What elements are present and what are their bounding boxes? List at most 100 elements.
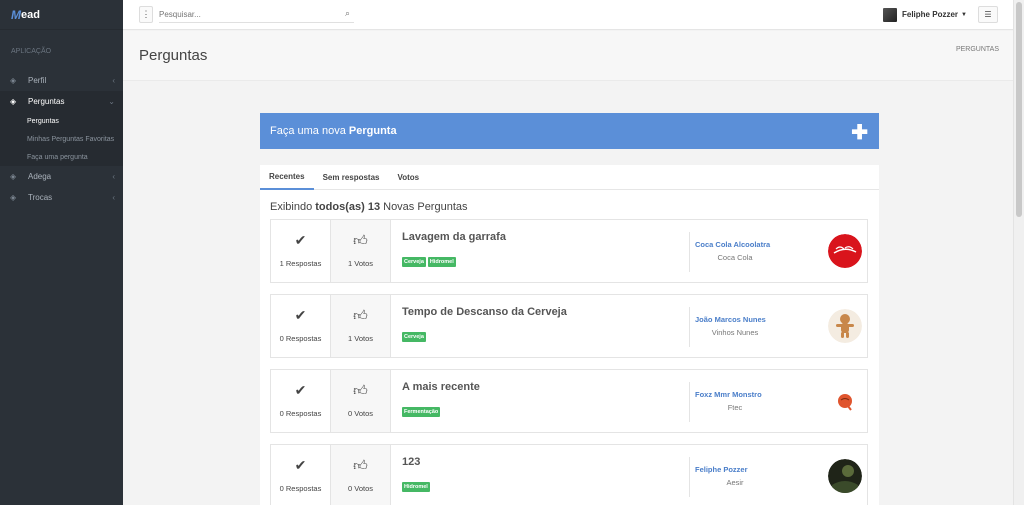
thumbs-up-icon[interactable]: 👍︎ (331, 457, 390, 474)
answers-count: 1 Respostas (279, 259, 322, 268)
author-name[interactable]: Foxz Mmr Monstro (695, 390, 762, 399)
question-card: ✔ 1 Respostas 👍︎ 1 Votos Lavagem da garr… (270, 219, 868, 283)
divider (689, 382, 690, 422)
search-icon[interactable]: ⌕ (345, 8, 350, 19)
sidebar-item-label: Perfil (28, 76, 47, 85)
answers-count: 0 Respostas (279, 334, 322, 343)
layers-icon: ◈ (10, 76, 17, 85)
breadcrumb[interactable]: PERGUNTAS (956, 46, 999, 53)
banner-strong: Pergunta (348, 125, 397, 137)
question-card: ✔ 0 Respostas 👍︎ 0 Votos 123 Hidromel Fe… (270, 444, 868, 505)
plus-icon[interactable]: ✚ (851, 120, 868, 145)
answers-cell: ✔ 0 Respostas (271, 295, 331, 357)
check-icon: ✔ (294, 457, 307, 473)
logo-text: ead (21, 8, 40, 21)
showing-text: Exibindo (270, 201, 316, 213)
right-panel-toggle-button[interactable]: ☰ (978, 6, 998, 23)
tab-votos[interactable]: Votos (389, 165, 429, 190)
sidebar-item-label: Adega (28, 172, 52, 181)
votes-cell[interactable]: 👍︎ 1 Votos (331, 295, 391, 357)
logo-letter: M (11, 7, 21, 22)
showing-count-strong: todos(as) 13 (315, 201, 381, 213)
banner-prefix: Faça uma nova (270, 125, 346, 137)
author-avatar[interactable] (828, 384, 862, 418)
layers-icon: ◈ (10, 172, 17, 181)
list-icon: ☰ (984, 10, 992, 19)
user-name: Feliphe Pozzer (902, 10, 959, 19)
caret-down-icon: ▼ (961, 11, 967, 18)
answers-count: 0 Respostas (279, 484, 322, 493)
app-logo[interactable]: Mead (0, 0, 123, 30)
sidebar-item-perguntas[interactable]: ◈ Perguntas ⌄ (0, 91, 123, 112)
chevron-left-icon: ‹ (112, 193, 115, 202)
thumbs-up-icon[interactable]: 👍︎ (331, 307, 390, 324)
tag[interactable]: Hidromel (402, 482, 430, 492)
author-name[interactable]: João Marcos Nunes (695, 315, 766, 324)
page-title: Perguntas (139, 47, 208, 64)
author-avatar[interactable] (828, 309, 862, 343)
votes-cell[interactable]: 👍︎ 0 Votos (331, 445, 391, 505)
author-subtitle: Coca Cola (717, 253, 753, 262)
showing-count: Exibindo todos(as) 13 Novas Perguntas (270, 201, 468, 213)
submenu-item-faca-pergunta[interactable]: Faça uma pergunta (0, 148, 123, 166)
check-icon: ✔ (294, 307, 307, 323)
chevron-down-icon: ⌄ (108, 97, 115, 106)
thumbs-up-icon[interactable]: 👍︎ (331, 382, 390, 399)
answers-count: 0 Respostas (279, 409, 322, 418)
new-question-banner[interactable]: Faça uma nova Pergunta ✚ (260, 113, 879, 149)
question-title[interactable]: A mais recente (402, 381, 480, 393)
sidebar-item-adega[interactable]: ◈ Adega ‹ (0, 166, 123, 187)
check-icon: ✔ (294, 382, 307, 398)
user-avatar (883, 7, 897, 22)
author-subtitle: Aesir (726, 478, 744, 487)
tab-recentes[interactable]: Recentes (260, 165, 314, 190)
options-menu-button[interactable]: ⋮ (139, 6, 153, 23)
author-avatar[interactable] (828, 234, 862, 268)
tab-sem-respostas[interactable]: Sem respostas (314, 165, 389, 190)
answers-cell: ✔ 1 Respostas (271, 220, 331, 282)
tag[interactable]: Fermentação (402, 407, 441, 417)
sidebar-item-label: Perguntas (28, 97, 65, 106)
page-header: Perguntas PERGUNTAS (123, 31, 1013, 81)
sidebar-item-trocas[interactable]: ◈ Trocas ‹ (0, 187, 123, 208)
question-card: ✔ 0 Respostas 👍︎ 0 Votos A mais recente … (270, 369, 868, 433)
user-menu[interactable]: Feliphe Pozzer ▼ (883, 6, 967, 23)
sidebar-item-perfil[interactable]: ◈ Perfil ‹ (0, 70, 123, 91)
topbar: ⋮ ⌕ Feliphe Pozzer ▼ ☰ (123, 0, 1013, 30)
page-scrollbar[interactable] (1013, 0, 1024, 505)
scrollbar-thumb[interactable] (1016, 2, 1022, 217)
author-avatar[interactable] (828, 459, 862, 493)
votes-count: 1 Votos (347, 334, 374, 343)
votes-cell[interactable]: 👍︎ 0 Votos (331, 370, 391, 432)
author-subtitle: Ftec (727, 403, 743, 412)
votes-count: 0 Votos (347, 484, 374, 493)
votes-count: 1 Votos (347, 259, 374, 268)
author-subtitle: Vinhos Nunes (711, 328, 759, 337)
divider (689, 457, 690, 497)
question-title[interactable]: 123 (402, 456, 420, 468)
author-name[interactable]: Feliphe Pozzer (695, 465, 748, 474)
tab-bar: Recentes Sem respostas Votos (260, 165, 879, 190)
layers-icon: ◈ (10, 193, 17, 202)
tag[interactable]: Cerveja (402, 332, 426, 342)
submenu-item-favoritas[interactable]: Minhas Perguntas Favoritas (0, 130, 123, 148)
question-title[interactable]: Tempo de Descanso da Cerveja (402, 306, 567, 318)
thumbs-up-icon[interactable]: 👍︎ (331, 232, 390, 249)
tag-list: Cerveja (402, 332, 426, 342)
answers-cell: ✔ 0 Respostas (271, 445, 331, 505)
tag[interactable]: Cerveja (402, 257, 426, 267)
question-card: ✔ 0 Respostas 👍︎ 1 Votos Tempo de Descan… (270, 294, 868, 358)
tag-list: Cerveja Hidromel (402, 257, 456, 267)
author-name[interactable]: Coca Cola Alcoolatra (695, 240, 770, 249)
tag[interactable]: Hidromel (427, 257, 456, 267)
submenu-item-perguntas[interactable]: Perguntas (0, 112, 123, 130)
search-input[interactable] (159, 6, 329, 23)
question-title[interactable]: Lavagem da garrafa (402, 231, 506, 243)
showing-text-suffix: Novas Perguntas (380, 201, 468, 213)
chevron-left-icon: ‹ (112, 172, 115, 181)
search-box: ⌕ (159, 6, 354, 23)
check-icon: ✔ (294, 232, 307, 248)
chevron-left-icon: ‹ (112, 76, 115, 85)
votes-cell[interactable]: 👍︎ 1 Votos (331, 220, 391, 282)
sidebar: Mead APLICAÇÃO ◈ Perfil ‹ ◈ Perguntas ⌄ … (0, 0, 123, 505)
